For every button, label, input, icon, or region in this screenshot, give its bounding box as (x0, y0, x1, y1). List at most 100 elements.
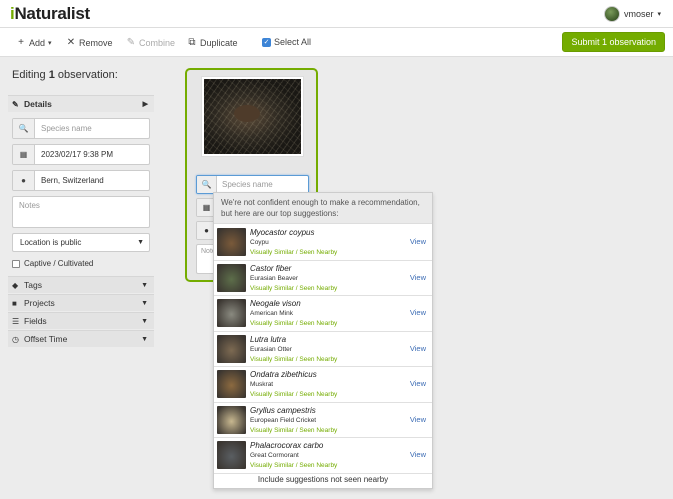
suggestion-reason: Visually Similar / Seen Nearby (250, 426, 338, 434)
suggestion-reason: Visually Similar / Seen Nearby (250, 355, 338, 363)
caret-down-icon: ▾ (48, 39, 52, 47)
common-name: American Mink (250, 310, 293, 317)
species-suggestions-dropdown: We're not confident enough to make a rec… (213, 192, 433, 489)
calendar-icon: ▦ (13, 145, 35, 164)
taxon-thumbnail (217, 299, 246, 327)
editing-suffix: observation: (54, 69, 118, 81)
view-taxon-link[interactable]: View (410, 308, 426, 317)
select-all-checkbox[interactable]: ✓ Select All (262, 37, 311, 47)
view-taxon-link[interactable]: View (410, 344, 426, 353)
animal-shape (234, 105, 260, 122)
inaturalist-logo[interactable]: iNaturalist (10, 4, 90, 24)
plus-icon: + (18, 37, 24, 48)
taxon-thumbnail (217, 228, 246, 256)
scientific-name: Phalacrocorax carbo (250, 441, 324, 450)
search-icon: 🔍 (13, 119, 35, 138)
suggestions-header: We're not confident enough to make a rec… (214, 193, 432, 224)
taxon-thumbnail (217, 334, 246, 363)
offset-time-section[interactable]: ◷ Offset Time ▼ (8, 330, 154, 347)
species-field[interactable]: 🔍 Species name (12, 118, 150, 139)
observation-photo[interactable] (201, 76, 304, 157)
caret-down-icon: ▼ (141, 281, 148, 289)
include-not-nearby-link[interactable]: Include suggestions not seen nearby (214, 470, 432, 488)
location-value: Bern, Switzerland (41, 176, 104, 185)
geoprivacy-select[interactable]: Location is public ▼ (12, 233, 150, 252)
taxon-thumbnail (217, 441, 246, 469)
caret-down-icon: ▾ (657, 11, 661, 18)
card-species-placeholder: Species name (222, 180, 273, 189)
select-all-label: Select All (274, 37, 312, 47)
remove-label: Remove (79, 37, 113, 48)
suggestion-item[interactable]: Gryllus campestris European Field Cricket… (214, 403, 432, 438)
top-navbar: iNaturalist vmoser ▾ (0, 0, 673, 28)
tags-section[interactable]: ◆ Tags ▼ (8, 276, 154, 293)
caret-down-icon: ▼ (141, 317, 148, 325)
scientific-name: Castor fiber (250, 263, 292, 273)
view-taxon-link[interactable]: View (410, 415, 426, 424)
suggestion-reason: Visually Similar / Seen Nearby (250, 462, 338, 469)
suggestion-item[interactable]: Myocastor coypus Coypu Visually Similar / … (214, 225, 432, 261)
close-icon: ✕ (66, 37, 76, 48)
details-section[interactable]: ✎ Details ▶ (8, 95, 154, 112)
view-taxon-link[interactable]: View (410, 379, 426, 388)
add-button[interactable]: + Add ▾ (16, 37, 52, 48)
projects-section[interactable]: ■ Projects ▼ (8, 294, 154, 311)
logo-text: Naturalist (14, 4, 90, 23)
fields-section[interactable]: ☰ Fields ▼ (8, 312, 154, 329)
captive-checkbox[interactable]: Captive / Cultivated (12, 259, 93, 268)
view-taxon-link[interactable]: View (410, 273, 426, 282)
user-menu[interactable]: vmoser ▾ (603, 5, 661, 23)
tag-icon: ◆ (12, 280, 19, 290)
suggestion-item[interactable]: Phalacrocorax carbo Great Cormorant Visual… (214, 438, 432, 474)
taxon-thumbnail (217, 263, 246, 292)
editing-prefix: Editing (12, 69, 49, 81)
scientific-name: Myocastor coypus (250, 228, 315, 237)
suggestion-item[interactable]: Neogale vison American Mink Visually Simil… (214, 296, 432, 332)
edit-sidebar: Editing 1 observation: ✎ Details ▶ 🔍 Spe… (0, 57, 160, 499)
scientific-name: Gryllus campestris (250, 405, 316, 415)
duplicate-button[interactable]: ⧉ Duplicate (187, 37, 238, 48)
add-label: Add (29, 37, 46, 48)
fields-label: Fields (24, 316, 47, 326)
combine-label: Combine (139, 37, 176, 48)
duplicate-label: Duplicate (200, 37, 238, 48)
pencil-icon: ✎ (12, 99, 19, 109)
username: vmoser (623, 9, 654, 19)
view-taxon-link[interactable]: View (410, 237, 426, 246)
uploader-toolbar: + Add ▾ ✕ Remove ✎ Combine ⧉ Duplicate ✓… (0, 28, 673, 57)
view-taxon-link[interactable]: View (410, 450, 426, 459)
location-field[interactable]: ● Bern, Switzerland (12, 170, 150, 191)
search-icon: 🔍 (197, 176, 217, 193)
geoprivacy-value: Location is public (20, 238, 82, 247)
common-name: Great Cormorant (250, 452, 299, 459)
suggestion-reason: Visually Similar / Seen Nearby (250, 320, 338, 327)
remove-button[interactable]: ✕ Remove (66, 37, 113, 48)
list-icon: ☰ (12, 316, 20, 326)
captive-label: Captive / Cultivated (24, 259, 94, 268)
avatar (603, 6, 620, 22)
suggestion-item[interactable]: Lutra lutra Eurasian Otter Visually Simila… (214, 332, 432, 367)
caret-down-icon: ▼ (141, 335, 148, 343)
caret-down-icon: ▼ (141, 299, 148, 307)
combine-button[interactable]: ✎ Combine (126, 37, 175, 48)
chevron-down-icon: ▼ (137, 239, 144, 246)
common-name: Coypu (250, 239, 269, 246)
date-value: 2023/02/17 9:38 PM (41, 150, 114, 159)
date-field[interactable]: ▦ 2023/02/17 9:38 PM (12, 144, 150, 165)
scientific-name: Ondatra zibethicus (250, 370, 317, 379)
duplicate-icon: ⧉ (188, 37, 196, 48)
suggestion-reason: Visually Similar / Seen Nearby (250, 249, 338, 256)
notes-textarea[interactable]: Notes (12, 196, 150, 228)
editing-heading: Editing 1 observation: (12, 69, 118, 81)
taxon-thumbnail (217, 405, 246, 434)
common-name: Eurasian Otter (250, 345, 292, 353)
photo-image (204, 79, 301, 154)
tags-label: Tags (24, 280, 42, 290)
checkbox-box (12, 259, 20, 268)
suggestion-item[interactable]: Castor fiber Eurasian Beaver Visually Simi… (214, 261, 432, 296)
common-name: Eurasian Beaver (250, 274, 299, 282)
suggestion-item[interactable]: Ondatra zibethicus Muskrat Visually Simila… (214, 367, 432, 403)
submit-button[interactable]: Submit 1 observation (562, 32, 665, 52)
map-marker-icon: ● (13, 171, 35, 190)
scientific-name: Lutra lutra (250, 334, 287, 344)
